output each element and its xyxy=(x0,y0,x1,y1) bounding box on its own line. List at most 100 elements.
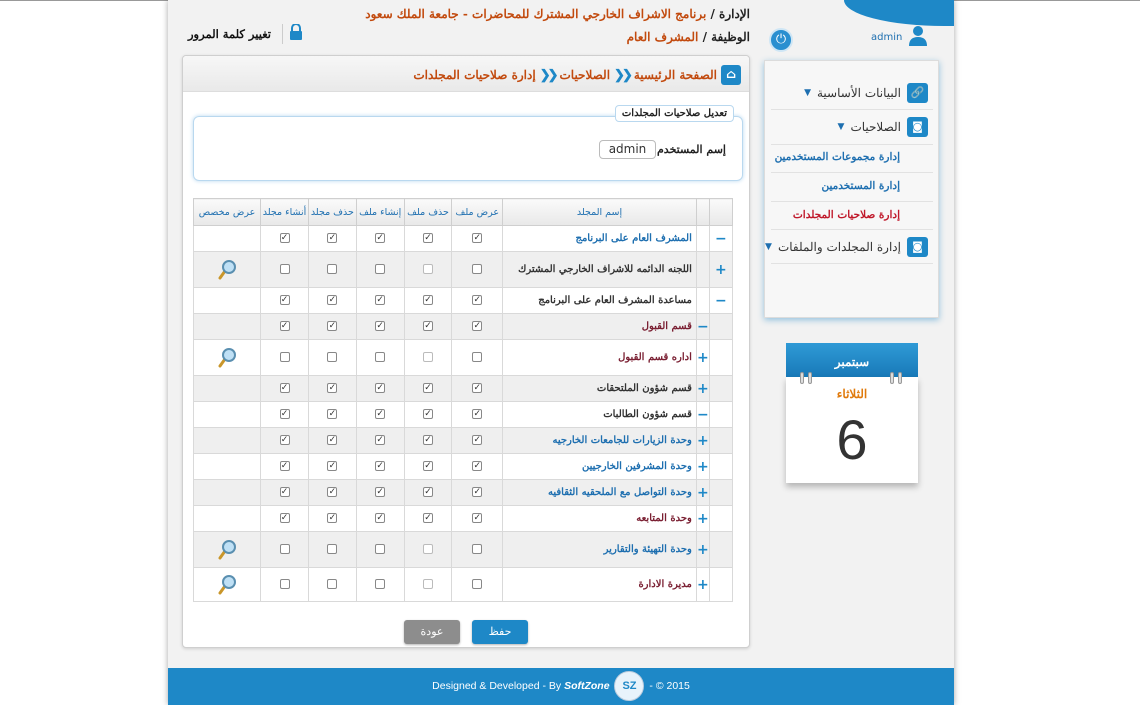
custom-view-cell xyxy=(192,401,262,428)
delete-file-checkbox[interactable]: ✓ xyxy=(423,233,434,243)
delete-folder-checkbox[interactable]: ✓ xyxy=(327,461,338,471)
sidebar-item-user-groups[interactable]: إدارة مجموعات المستخدمين xyxy=(775,151,900,163)
permission-cell: ✓ xyxy=(403,375,453,402)
create-file-checkbox[interactable]: ✓ xyxy=(375,383,386,393)
magnifier-icon[interactable] xyxy=(217,574,237,596)
create-file-checkbox[interactable] xyxy=(375,544,386,554)
breadcrumb-bar: ⌂ الصفحة الرئيسية ❮❮ الصلاحيات ❮❮ إدارة … xyxy=(183,56,749,92)
view-file-checkbox[interactable]: ✓ xyxy=(472,461,483,471)
expand-icon[interactable]: + xyxy=(697,485,709,501)
delete-folder-checkbox[interactable]: ✓ xyxy=(327,233,338,243)
view-file-checkbox[interactable]: ✓ xyxy=(472,487,483,497)
magnifier-icon[interactable] xyxy=(217,259,237,281)
create-folder-checkbox[interactable]: ✓ xyxy=(279,487,290,497)
delete-file-checkbox[interactable]: ✓ xyxy=(423,295,434,305)
username-field[interactable]: admin xyxy=(599,140,656,159)
permission-cell: ✓ xyxy=(355,453,405,480)
delete-file-checkbox[interactable]: ✓ xyxy=(423,461,434,471)
create-folder-checkbox[interactable]: ✓ xyxy=(279,513,290,523)
delete-folder-checkbox[interactable]: ✓ xyxy=(327,321,338,331)
collapse-icon[interactable]: − xyxy=(715,293,727,309)
delete-folder-checkbox[interactable] xyxy=(327,352,338,362)
expand-icon[interactable]: + xyxy=(697,542,709,558)
collapse-icon[interactable]: − xyxy=(697,407,709,423)
view-file-checkbox[interactable] xyxy=(472,544,483,554)
create-file-checkbox[interactable]: ✓ xyxy=(375,461,386,471)
view-file-checkbox[interactable]: ✓ xyxy=(472,409,483,419)
expand-icon[interactable]: + xyxy=(697,511,709,527)
logout-power-icon[interactable]: ⏻ xyxy=(769,28,793,52)
create-file-checkbox[interactable]: ✓ xyxy=(375,321,386,331)
delete-folder-checkbox[interactable]: ✓ xyxy=(327,409,338,419)
expand-icon[interactable]: + xyxy=(697,577,709,593)
back-button[interactable]: عودة xyxy=(404,620,460,644)
permission-cell xyxy=(355,251,405,288)
view-file-checkbox[interactable]: ✓ xyxy=(472,383,483,393)
create-file-checkbox[interactable] xyxy=(375,579,386,589)
create-folder-checkbox[interactable]: ✓ xyxy=(279,409,290,419)
calendar-ring xyxy=(890,372,894,384)
breadcrumb-home[interactable]: الصفحة الرئيسية xyxy=(634,68,717,82)
create-file-checkbox[interactable] xyxy=(375,352,386,362)
expand-icon[interactable]: + xyxy=(697,381,709,397)
home-icon[interactable]: ⌂ xyxy=(721,65,741,85)
create-folder-checkbox[interactable]: ✓ xyxy=(279,321,290,331)
create-folder-checkbox[interactable]: ✓ xyxy=(279,383,290,393)
delete-file-checkbox[interactable]: ✓ xyxy=(423,487,434,497)
view-file-checkbox[interactable] xyxy=(472,264,483,274)
sidebar-item-folder-permissions[interactable]: إدارة صلاحيات المجلدات xyxy=(793,209,900,221)
expand-icon[interactable]: + xyxy=(697,433,709,449)
create-file-checkbox[interactable]: ✓ xyxy=(375,295,386,305)
save-button[interactable]: حفظ xyxy=(472,620,528,644)
expand-icon[interactable]: + xyxy=(697,350,709,366)
delete-file-checkbox[interactable]: ✓ xyxy=(423,513,434,523)
collapse-icon[interactable]: − xyxy=(697,319,709,335)
delete-folder-checkbox[interactable]: ✓ xyxy=(327,383,338,393)
create-folder-checkbox[interactable] xyxy=(279,544,290,554)
delete-folder-checkbox[interactable]: ✓ xyxy=(327,513,338,523)
delete-file-checkbox[interactable]: ✓ xyxy=(423,409,434,419)
create-folder-checkbox[interactable] xyxy=(279,352,290,362)
create-file-checkbox[interactable]: ✓ xyxy=(375,487,386,497)
delete-folder-checkbox[interactable] xyxy=(327,264,338,274)
create-file-checkbox[interactable]: ✓ xyxy=(375,435,386,445)
view-file-checkbox[interactable]: ✓ xyxy=(472,321,483,331)
create-file-checkbox[interactable]: ✓ xyxy=(375,233,386,243)
create-folder-checkbox[interactable]: ✓ xyxy=(279,233,290,243)
create-folder-checkbox[interactable] xyxy=(279,579,290,589)
create-folder-checkbox[interactable]: ✓ xyxy=(279,295,290,305)
create-file-checkbox[interactable] xyxy=(375,264,386,274)
create-file-checkbox[interactable]: ✓ xyxy=(375,513,386,523)
delete-file-checkbox[interactable]: ✓ xyxy=(423,435,434,445)
change-password-link[interactable]: تغيير كلمة المرور xyxy=(188,27,271,41)
delete-folder-checkbox[interactable]: ✓ xyxy=(327,435,338,445)
create-file-checkbox[interactable]: ✓ xyxy=(375,409,386,419)
view-file-checkbox[interactable] xyxy=(472,352,483,362)
delete-folder-checkbox[interactable]: ✓ xyxy=(327,487,338,497)
menu-basic-data[interactable]: 🔗 البيانات الأساسية ▼ xyxy=(804,83,928,103)
view-file-checkbox[interactable]: ✓ xyxy=(472,295,483,305)
collapse-icon[interactable]: − xyxy=(715,231,727,247)
delete-folder-checkbox[interactable]: ✓ xyxy=(327,295,338,305)
sidebar-item-users[interactable]: إدارة المستخدمين xyxy=(821,180,900,192)
magnifier-icon[interactable] xyxy=(217,539,237,561)
create-folder-checkbox[interactable]: ✓ xyxy=(279,461,290,471)
create-folder-checkbox[interactable]: ✓ xyxy=(279,435,290,445)
delete-folder-checkbox[interactable] xyxy=(327,544,338,554)
view-file-checkbox[interactable]: ✓ xyxy=(472,513,483,523)
breadcrumb-section[interactable]: الصلاحيات xyxy=(559,68,610,82)
expand-icon[interactable]: + xyxy=(697,459,709,475)
menu-folders-files[interactable]: ◙ إدارة المجلدات والملفات ▼ xyxy=(765,237,928,257)
delete-file-checkbox[interactable]: ✓ xyxy=(423,383,434,393)
magnifier-icon[interactable] xyxy=(217,347,237,369)
view-file-checkbox[interactable]: ✓ xyxy=(472,435,483,445)
toggle-cell xyxy=(708,401,734,428)
delete-folder-checkbox[interactable] xyxy=(327,579,338,589)
view-file-checkbox[interactable] xyxy=(472,579,483,589)
view-file-checkbox[interactable]: ✓ xyxy=(472,233,483,243)
table-row: − المشرف العام على البرنامج ✓ ✓ ✓ ✓ ✓ xyxy=(192,225,734,252)
expand-icon[interactable]: + xyxy=(715,262,727,278)
delete-file-checkbox[interactable]: ✓ xyxy=(423,321,434,331)
create-folder-checkbox[interactable] xyxy=(279,264,290,274)
menu-permissions[interactable]: ◙ الصلاحيات ▼ xyxy=(838,117,928,137)
